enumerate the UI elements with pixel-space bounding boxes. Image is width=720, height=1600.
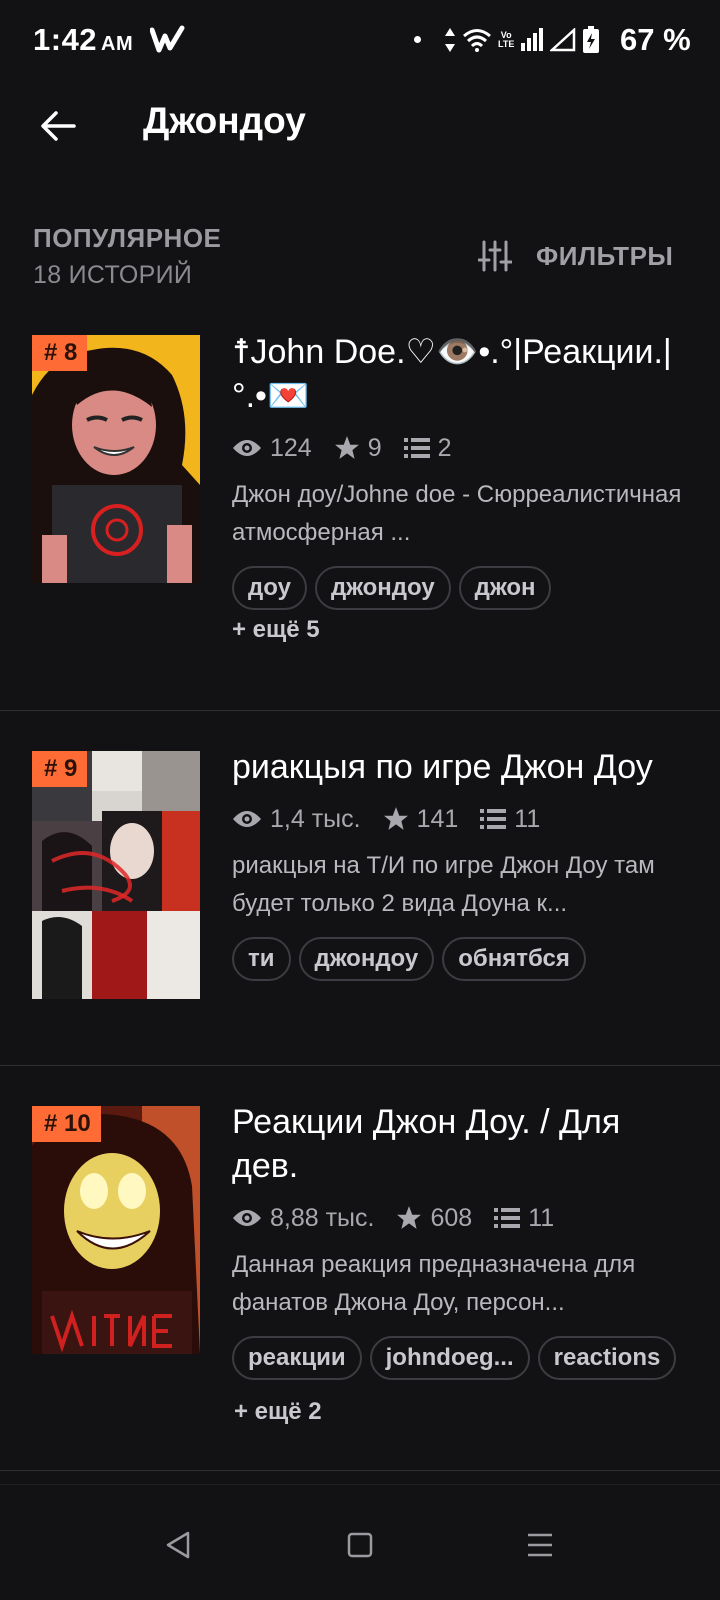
views-count: 1,4 тыс. bbox=[270, 804, 361, 833]
tag-chip[interactable]: джондоу bbox=[298, 937, 435, 981]
more-tags[interactable]: + ещё 2 bbox=[232, 1390, 322, 1434]
votes-count: 9 bbox=[367, 433, 382, 462]
votes-stat: 9 bbox=[334, 434, 382, 463]
votes-count: 608 bbox=[430, 1203, 473, 1232]
wattpad-w-icon bbox=[150, 25, 185, 53]
views-stat: 1,4 тыс. bbox=[232, 805, 361, 834]
rank-badge: # 9 bbox=[32, 751, 88, 787]
tag-chip[interactable]: ти bbox=[232, 937, 291, 981]
story-info: Реакции Джон Доу. / Для дев. 8,88 тыс. 6… bbox=[232, 1100, 692, 1434]
eye-icon bbox=[233, 440, 261, 456]
views-stat: 124 bbox=[232, 434, 312, 463]
story-title[interactable]: Реакции Джон Доу. / Для дев. bbox=[232, 1100, 692, 1188]
story-card[interactable]: # 8 ☨John Doe.♡👁️•.°|Реакции.|°.•💌 124 9 bbox=[0, 330, 720, 711]
nav-home-button[interactable] bbox=[340, 1525, 380, 1565]
story-cover-image[interactable]: # 9 bbox=[32, 751, 200, 999]
parts-stat: 2 bbox=[403, 433, 452, 463]
battery-percent: 67 % bbox=[620, 22, 691, 57]
more-tags[interactable]: + ещё 5 bbox=[232, 616, 692, 644]
app-header: Джондоу bbox=[0, 84, 720, 196]
star-icon bbox=[397, 1206, 422, 1229]
cover-art-2 bbox=[32, 751, 200, 999]
story-count: 18 ИСТОРИЙ bbox=[33, 261, 193, 289]
back-button[interactable] bbox=[30, 98, 86, 154]
parts-count: 11 bbox=[514, 804, 541, 833]
tag-chip[interactable]: джондоу bbox=[314, 566, 451, 610]
story-description: Джон доу/Johne doe - Сюрреалистичная атм… bbox=[232, 481, 682, 546]
votes-stat: 141 bbox=[383, 804, 459, 834]
notification-dot-icon bbox=[414, 36, 421, 43]
status-ampm: AM bbox=[101, 33, 134, 55]
status-bar: 1:42 AM Vo LTE 67 % bbox=[0, 0, 720, 84]
filters-label: ФИЛЬТРЫ bbox=[536, 240, 674, 271]
nav-back-button[interactable] bbox=[158, 1525, 198, 1565]
star-icon bbox=[334, 436, 359, 459]
back-arrow-icon bbox=[41, 111, 76, 141]
star-icon bbox=[383, 807, 408, 830]
app-screen: 1:42 AM Vo LTE 67 % Джондоу ПОПУЛЯРНОЕ 1… bbox=[0, 0, 720, 1600]
status-icons: Vo LTE bbox=[444, 22, 600, 58]
story-info: ☨John Doe.♡👁️•.°|Реакции.|°.•💌 124 9 2 Д… bbox=[232, 330, 692, 644]
list-icon bbox=[480, 809, 507, 829]
signal-empty-icon bbox=[550, 28, 576, 52]
views-count: 8,88 тыс. bbox=[270, 1203, 375, 1232]
cover-art-3 bbox=[32, 1106, 200, 1354]
filters-button[interactable]: ФИЛЬТРЫ bbox=[478, 233, 673, 279]
signal-strength-icon bbox=[521, 28, 544, 51]
story-stats: 124 9 2 bbox=[232, 430, 692, 466]
sliders-icon bbox=[478, 240, 512, 272]
rank-badge: # 8 bbox=[32, 335, 88, 371]
sort-filter-row: ПОПУЛЯРНОЕ 18 ИСТОРИЙ ФИЛЬТРЫ bbox=[0, 215, 720, 295]
triangle-back-icon bbox=[166, 1531, 190, 1559]
status-time-value: 1:42 bbox=[33, 22, 98, 57]
parts-count: 2 bbox=[437, 433, 452, 462]
tag-chip[interactable]: reactions bbox=[537, 1336, 677, 1380]
story-card[interactable]: # 9 риакцыя по игре Джон Доу 1,4 тыс. 14… bbox=[0, 711, 720, 1066]
sort-label[interactable]: ПОПУЛЯРНОЕ bbox=[33, 223, 221, 254]
tag-list: доу джондоу джон bbox=[232, 566, 692, 610]
story-description: риакцыя на Т/И по игре Джон Доу там буде… bbox=[232, 852, 655, 917]
tag-chip[interactable]: реакции bbox=[232, 1336, 362, 1380]
story-list: # 8 ☨John Doe.♡👁️•.°|Реакции.|°.•💌 124 9 bbox=[0, 330, 720, 1471]
story-title[interactable]: риакцыя по игре Джон Доу bbox=[232, 745, 692, 789]
eye-icon bbox=[233, 811, 261, 827]
tag-chip[interactable]: доу bbox=[232, 566, 307, 610]
list-icon bbox=[494, 1208, 521, 1228]
volte-icon: Vo LTE bbox=[498, 31, 514, 49]
story-stats: 8,88 тыс. 608 11 bbox=[232, 1200, 692, 1236]
votes-count: 141 bbox=[416, 804, 459, 833]
status-time: 1:42 AM bbox=[33, 22, 133, 58]
menu-lines-icon bbox=[528, 1533, 552, 1557]
page-title: Джондоу bbox=[143, 100, 306, 141]
nav-menu-button[interactable] bbox=[520, 1525, 560, 1565]
story-stats: 1,4 тыс. 141 11 bbox=[232, 801, 692, 837]
system-nav-bar bbox=[0, 1484, 720, 1600]
rank-badge: # 10 bbox=[32, 1106, 101, 1142]
story-cover-image[interactable]: # 8 bbox=[32, 335, 200, 583]
cover-art-1 bbox=[32, 335, 200, 583]
wifi-icon bbox=[463, 29, 491, 52]
tag-chip[interactable]: johndoeg... bbox=[369, 1336, 530, 1380]
tag-chip[interactable]: обнятбся bbox=[442, 937, 586, 981]
battery-charging-icon bbox=[583, 26, 600, 53]
volte-bottom: LTE bbox=[498, 39, 515, 49]
story-description: Данная реакция предназначена для фанатов… bbox=[232, 1251, 636, 1316]
story-info: риакцыя по игре Джон Доу 1,4 тыс. 141 11 bbox=[232, 745, 692, 981]
tag-list: реакции johndoeg... reactions + ещё 2 bbox=[232, 1336, 692, 1434]
parts-stat: 11 bbox=[480, 805, 540, 834]
list-icon bbox=[403, 438, 430, 458]
tag-chip[interactable]: джон bbox=[458, 566, 552, 610]
votes-stat: 608 bbox=[396, 1204, 472, 1233]
story-title[interactable]: ☨John Doe.♡👁️•.°|Реакции.|°.•💌 bbox=[232, 330, 692, 418]
square-home-icon bbox=[347, 1532, 373, 1558]
parts-count: 11 bbox=[528, 1203, 555, 1232]
parts-stat: 11 bbox=[494, 1204, 554, 1233]
views-stat: 8,88 тыс. bbox=[232, 1204, 374, 1233]
data-arrows-icon bbox=[445, 28, 455, 52]
story-cover-image[interactable]: # 10 bbox=[32, 1106, 200, 1354]
story-card[interactable]: # 10 Реакции Джон Доу. / Для дев. 8,88 т… bbox=[0, 1066, 720, 1471]
views-count: 124 bbox=[270, 433, 312, 462]
eye-icon bbox=[233, 1210, 261, 1226]
tag-list: ти джондоу обнятбся bbox=[232, 937, 692, 981]
